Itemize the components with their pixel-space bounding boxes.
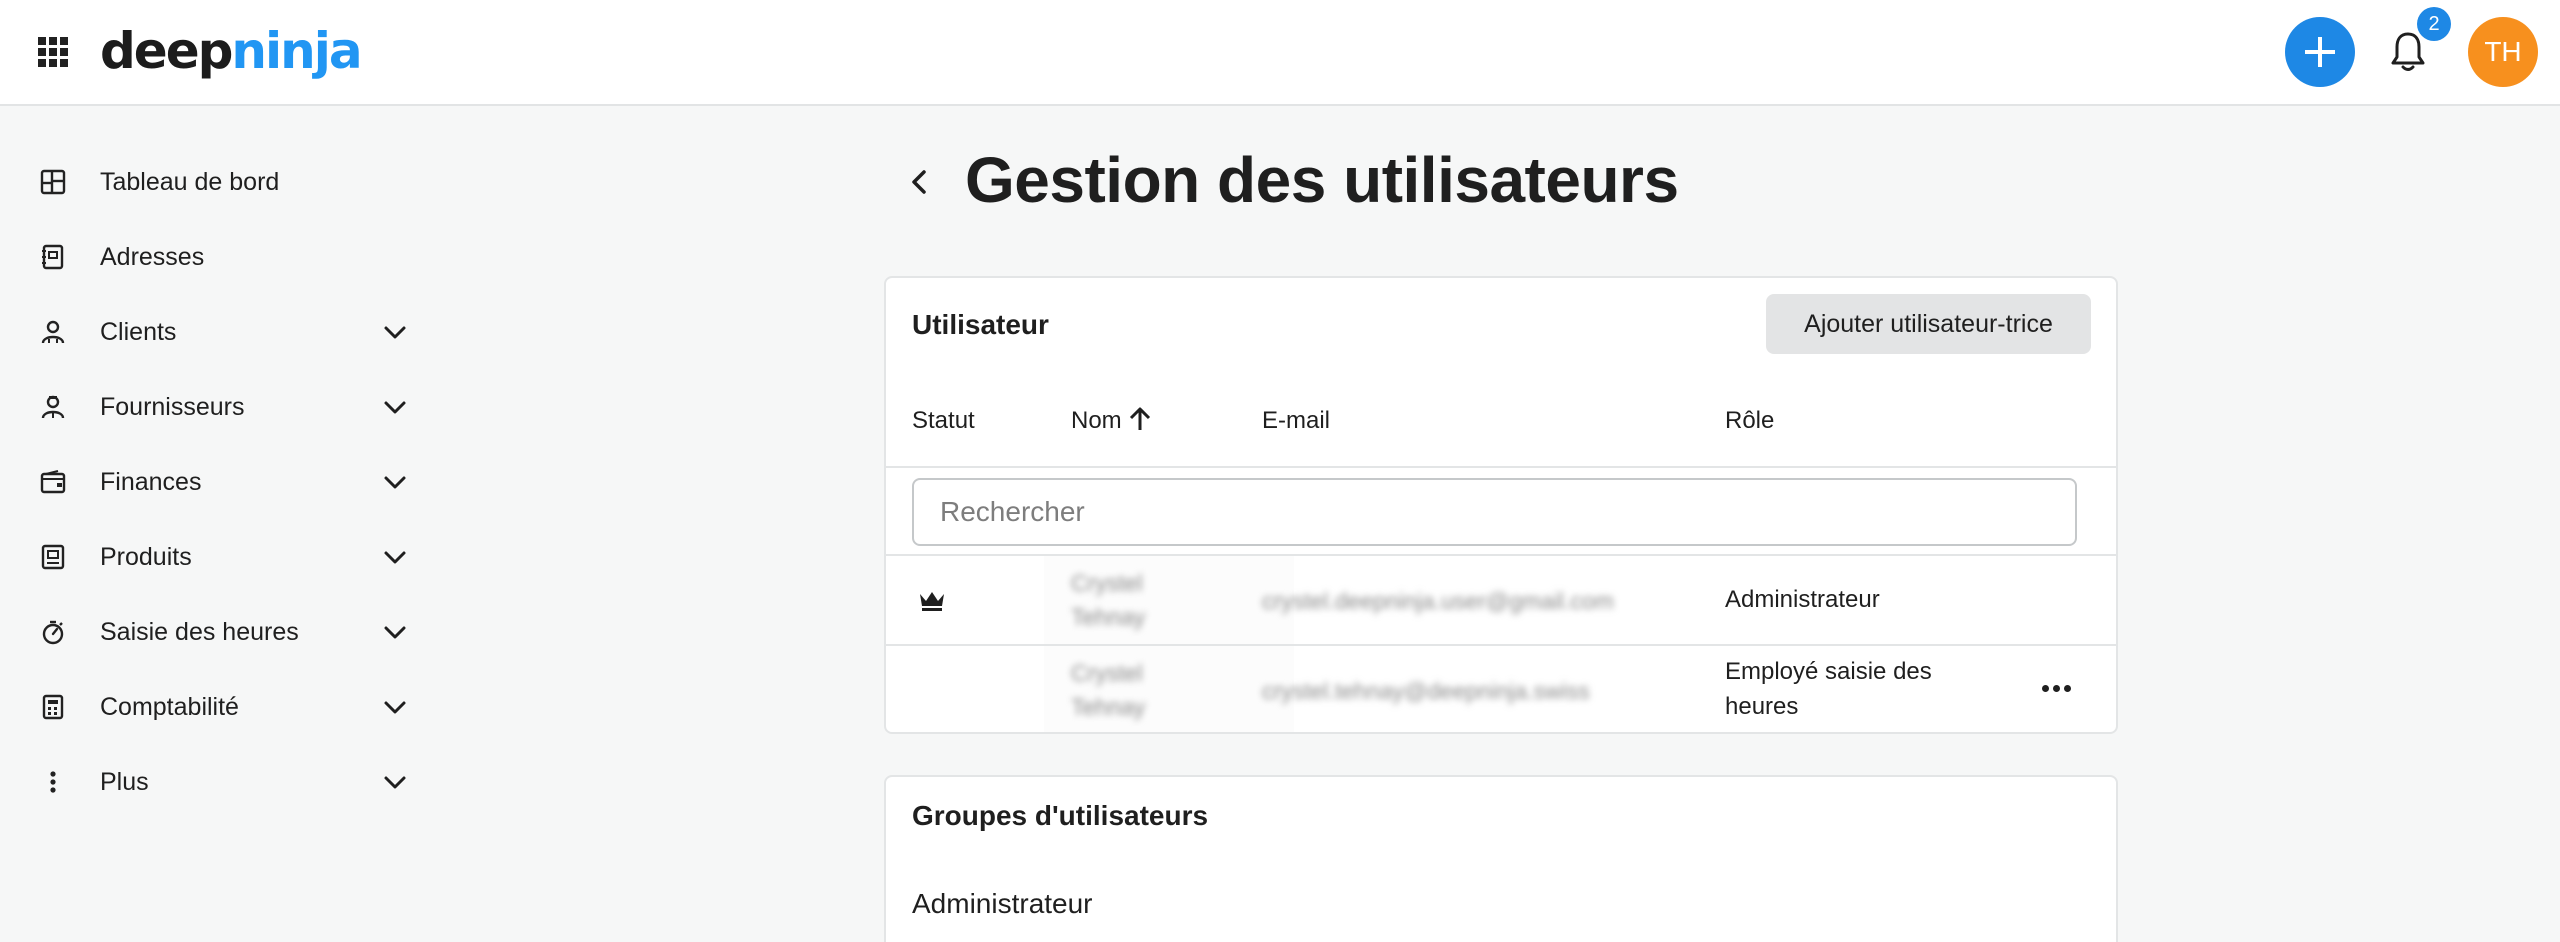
logo-text-ninja: ninja bbox=[231, 22, 362, 80]
apps-grid-icon[interactable] bbox=[38, 37, 68, 67]
table-row[interactable]: Crystel Tehnay crystel.tehnay@deepninja.s… bbox=[886, 646, 2116, 732]
table-row[interactable]: Crystel Tehnay crystel.deepninja.user@gma… bbox=[886, 556, 2116, 644]
logo-text-deep: deep bbox=[100, 22, 233, 80]
sidebar-item-label: Saisie des heures bbox=[100, 618, 299, 646]
user-groups-title: Groupes d'utilisateurs bbox=[912, 800, 1209, 831]
add-user-button[interactable]: Ajouter utilisateur-trice bbox=[1766, 294, 2091, 354]
crown-icon bbox=[920, 592, 944, 611]
sidebar-item-finances[interactable]: Finances bbox=[0, 451, 430, 511]
sidebar-item-produits[interactable]: Produits bbox=[0, 526, 430, 586]
chevron-down-icon[interactable] bbox=[383, 396, 407, 418]
clients-icon bbox=[41, 320, 65, 344]
sidebar-item-label: Clients bbox=[100, 318, 177, 346]
row-more-options-icon[interactable] bbox=[2042, 684, 2072, 694]
sidebar-item-label: Fournisseurs bbox=[100, 393, 245, 421]
products-icon bbox=[41, 544, 65, 570]
chevron-down-icon[interactable] bbox=[383, 621, 407, 643]
users-card: Utilisateur Ajouter utilisateur-trice St… bbox=[884, 276, 2118, 734]
wallet-icon bbox=[40, 470, 66, 494]
sidebar-item-clients[interactable]: Clients bbox=[0, 301, 430, 361]
user-last-name: Tehnay bbox=[1071, 694, 1146, 720]
user-avatar[interactable]: TH bbox=[2468, 17, 2538, 87]
column-header-status[interactable]: Statut bbox=[912, 406, 975, 436]
column-header-name-label: Nom bbox=[1071, 407, 1122, 434]
more-vertical-icon bbox=[50, 771, 56, 793]
sidebar-item-label: Produits bbox=[100, 543, 192, 571]
sidebar-item-adresses[interactable]: Adresses bbox=[0, 226, 430, 286]
suppliers-icon bbox=[41, 395, 65, 419]
sidebar-item-tableau-de-bord[interactable]: Tableau de bord bbox=[0, 151, 430, 211]
column-header-role[interactable]: Rôle bbox=[1725, 406, 1774, 436]
sidebar-item-label: Comptabilité bbox=[100, 693, 239, 721]
calculator-icon bbox=[42, 694, 64, 720]
user-name-cell: Crystel Tehnay bbox=[1071, 656, 1145, 724]
search-input[interactable] bbox=[912, 478, 2077, 546]
chevron-down-icon[interactable] bbox=[383, 471, 407, 493]
chevron-down-icon[interactable] bbox=[383, 321, 407, 343]
user-email-cell: crystel.tehnay@deepninja.swiss bbox=[1262, 678, 1590, 704]
sidebar-item-label: Tableau de bord bbox=[100, 168, 280, 196]
sidebar-item-fournisseurs[interactable]: Fournisseurs bbox=[0, 376, 430, 436]
sort-ascending-icon[interactable] bbox=[1128, 406, 1152, 432]
app-logo[interactable]: deepninja bbox=[100, 16, 363, 86]
create-new-button[interactable] bbox=[2285, 17, 2355, 87]
user-role-cell: Administrateur bbox=[1725, 586, 1880, 613]
sidebar-item-label: Adresses bbox=[100, 243, 205, 271]
address-book-icon bbox=[42, 244, 64, 270]
sidebar-item-plus[interactable]: Plus bbox=[0, 751, 430, 811]
stopwatch-icon bbox=[42, 620, 64, 645]
user-group-item[interactable]: Administrateur bbox=[912, 887, 1093, 921]
chevron-down-icon[interactable] bbox=[383, 696, 407, 718]
user-name-cell: Crystel Tehnay bbox=[1071, 566, 1145, 634]
user-groups-card: Groupes d'utilisateurs Administrateur bbox=[884, 775, 2118, 942]
back-arrow-icon[interactable] bbox=[904, 164, 934, 200]
page-title: Gestion des utilisateurs bbox=[965, 144, 1679, 216]
user-role-cell: Employé saisie des heures bbox=[1725, 658, 1932, 720]
sidebar-item-comptabilite[interactable]: Comptabilité bbox=[0, 676, 430, 736]
column-header-email[interactable]: E-mail bbox=[1262, 406, 1330, 436]
sidebar-item-saisie-des-heures[interactable]: Saisie des heures bbox=[0, 601, 430, 661]
users-card-title: Utilisateur bbox=[912, 309, 1049, 340]
dashboard-icon bbox=[40, 169, 66, 195]
chevron-down-icon[interactable] bbox=[383, 546, 407, 568]
user-last-name: Tehnay bbox=[1071, 604, 1146, 630]
user-first-name: Crystel bbox=[1071, 660, 1143, 686]
top-bar: deepninja 2 TH bbox=[0, 0, 2560, 106]
chevron-down-icon[interactable] bbox=[383, 771, 407, 793]
notification-count-badge: 2 bbox=[2417, 7, 2451, 41]
user-email-cell: crystel.deepninja.user@gmail.com bbox=[1262, 588, 1614, 614]
column-header-name[interactable]: Nom bbox=[1071, 406, 1152, 436]
sidebar-item-label: Plus bbox=[100, 768, 149, 796]
divider bbox=[886, 466, 2116, 468]
sidebar-item-label: Finances bbox=[100, 468, 202, 496]
user-first-name: Crystel bbox=[1071, 570, 1143, 596]
